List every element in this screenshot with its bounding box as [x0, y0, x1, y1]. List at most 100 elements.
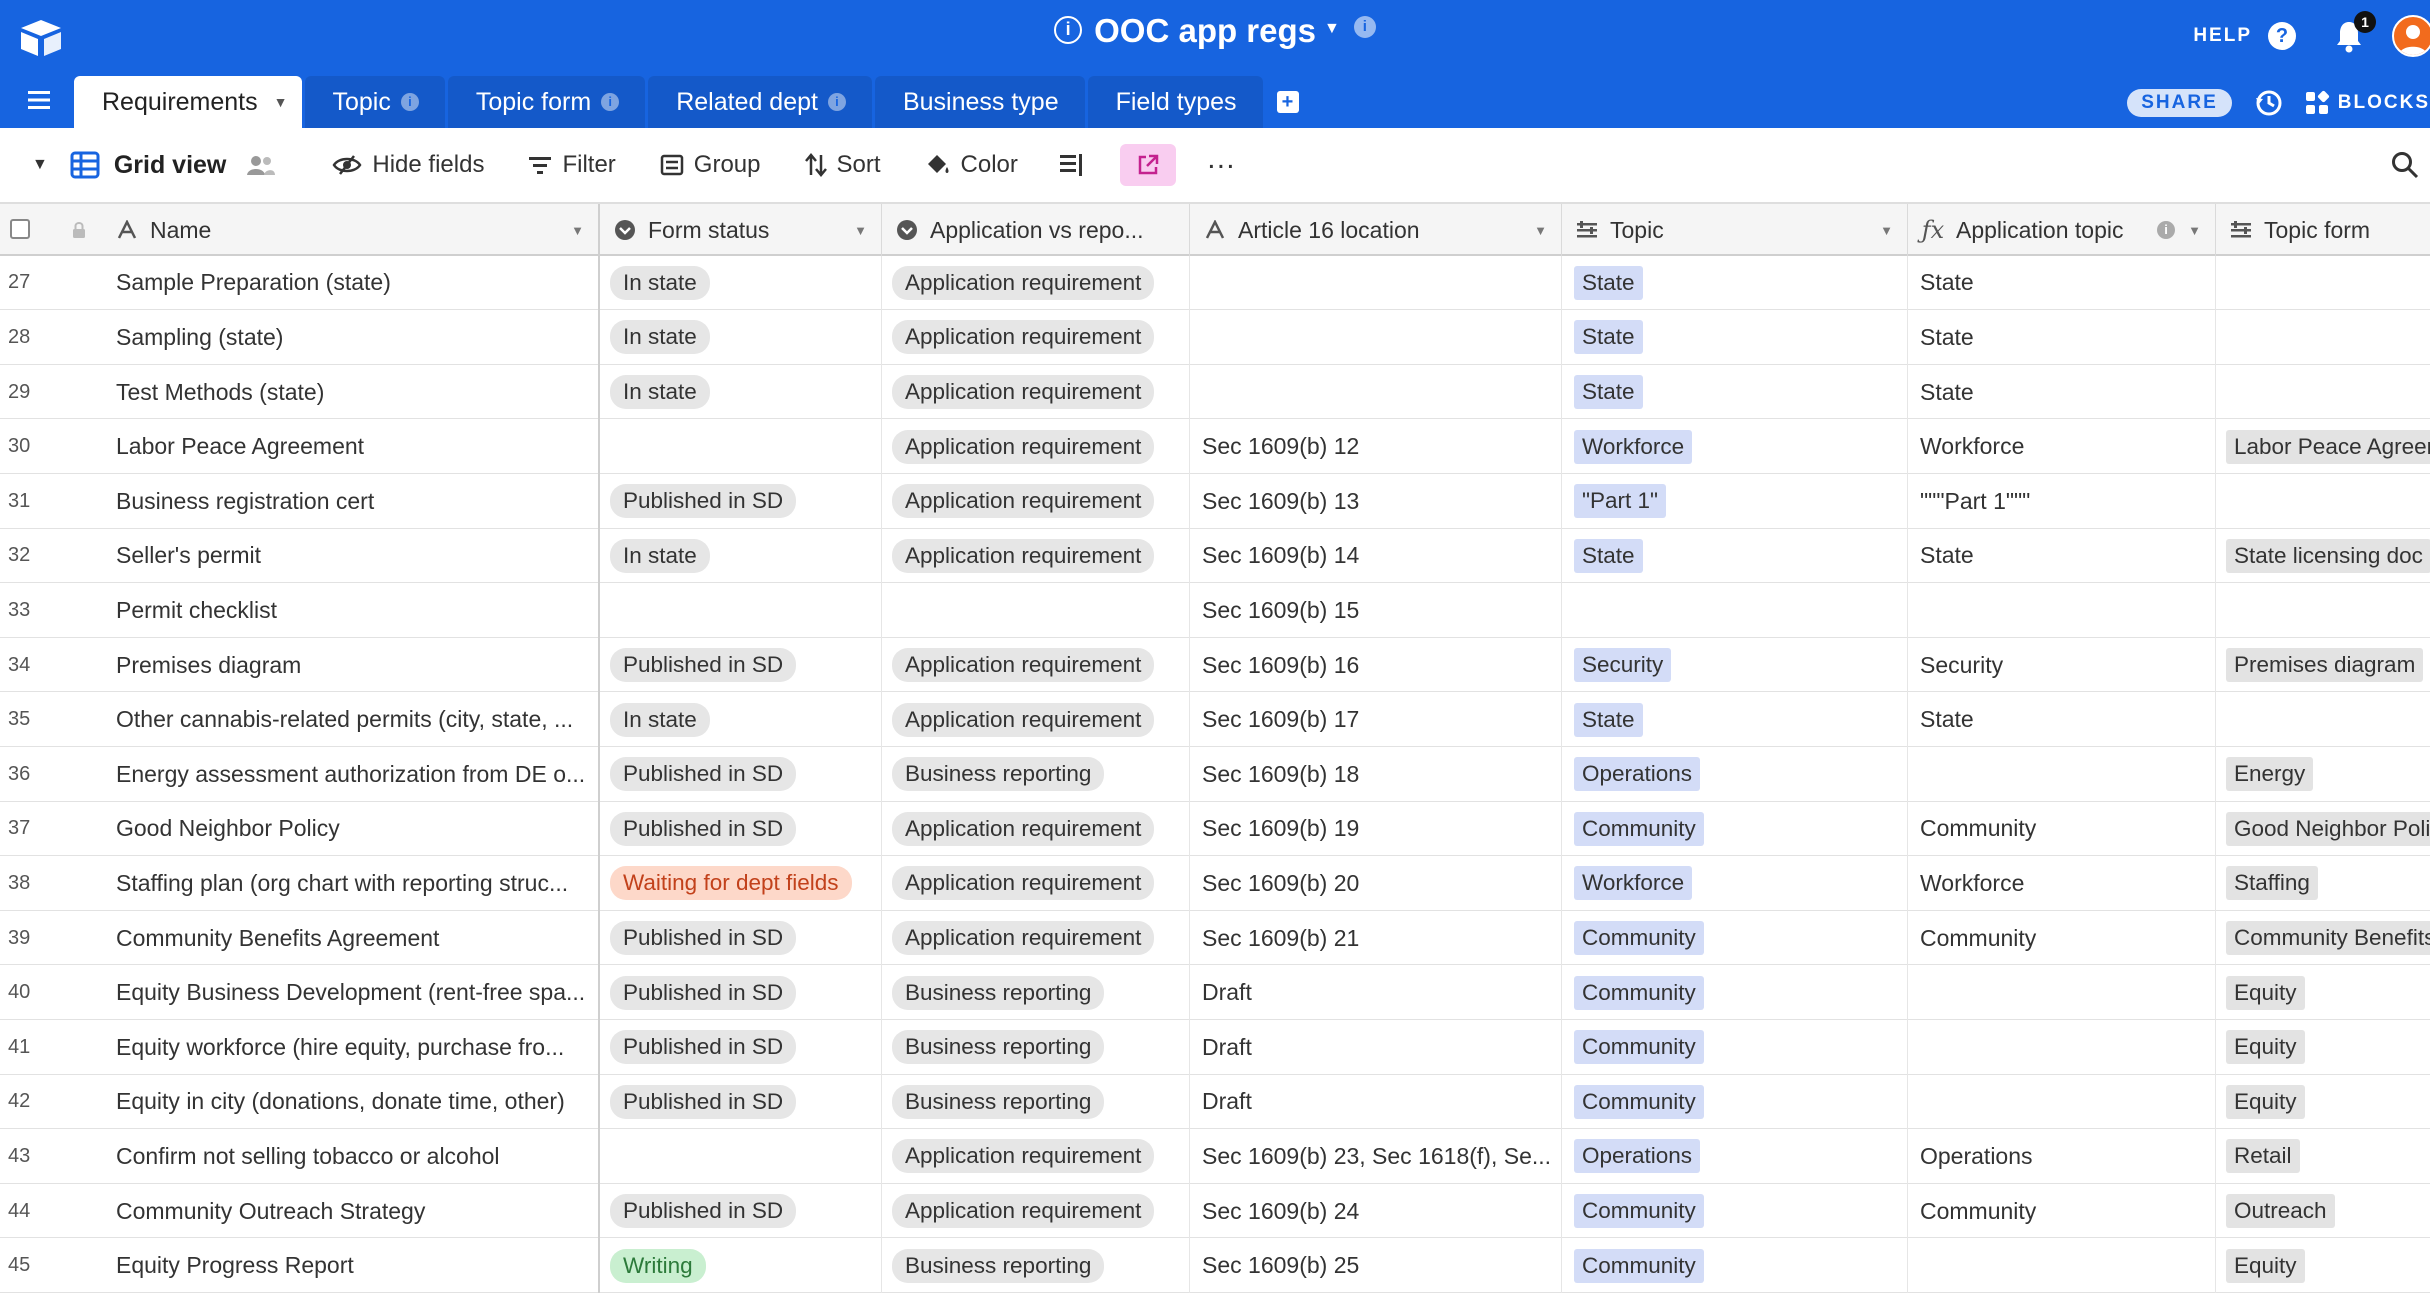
- cell-application-topic[interactable]: """Part 1""": [1908, 474, 2216, 529]
- cell-article-16-location[interactable]: Sec 1609(b) 13: [1190, 474, 1562, 529]
- select-all-checkbox[interactable]: [10, 219, 30, 239]
- cell-topic[interactable]: "Part 1": [1562, 474, 1908, 529]
- cell-topic[interactable]: State: [1562, 692, 1908, 747]
- column-header-article-16-location[interactable]: Article 16 location ▼: [1190, 204, 1562, 256]
- cell-form-status[interactable]: Waiting for dept fields: [600, 856, 882, 911]
- cell-application-topic[interactable]: State: [1908, 310, 2216, 365]
- cell-application-topic[interactable]: [1908, 583, 2216, 638]
- cell-topic-form[interactable]: Community Benefits: [2216, 911, 2430, 966]
- table-row[interactable]: 29 Test Methods (state) In state Applicatio…: [0, 364, 2430, 420]
- cell-topic-form[interactable]: Staffing: [2216, 856, 2430, 911]
- cell-application-topic[interactable]: [1908, 1238, 2216, 1293]
- cell-application-vs-reporting[interactable]: Business reporting: [882, 1074, 1190, 1130]
- cell-topic[interactable]: Community: [1562, 1183, 1908, 1239]
- cell-article-16-location[interactable]: Draft: [1190, 1074, 1562, 1130]
- cell-application-topic[interactable]: [1908, 1020, 2216, 1075]
- cell-topic-form[interactable]: Equity: [2216, 1075, 2430, 1130]
- cell-name[interactable]: Premises diagram: [0, 637, 600, 693]
- hamburger-menu-icon[interactable]: [26, 89, 54, 111]
- cell-name[interactable]: Permit checklist: [0, 583, 600, 638]
- cell-form-status[interactable]: In state: [600, 310, 882, 365]
- cell-article-16-location[interactable]: Sec 1609(b) 15: [1190, 583, 1562, 638]
- cell-application-topic[interactable]: Operations: [1908, 1129, 2216, 1184]
- cell-application-vs-reporting[interactable]: Business reporting: [882, 1020, 1190, 1075]
- cell-topic[interactable]: State: [1562, 255, 1908, 311]
- column-header-topic[interactable]: Topic ▼: [1562, 204, 1908, 256]
- cell-topic-form[interactable]: Equity: [2216, 1020, 2430, 1075]
- cell-form-status[interactable]: Published in SD: [600, 1020, 882, 1075]
- color-button[interactable]: Color: [925, 151, 1018, 179]
- cell-topic-form[interactable]: [2216, 474, 2430, 529]
- grid-view-icon[interactable]: [70, 151, 100, 179]
- tab-related-dept[interactable]: Related dept i: [648, 76, 872, 128]
- cell-application-vs-reporting[interactable]: Business reporting: [882, 1238, 1190, 1293]
- cell-name[interactable]: Business registration cert: [0, 474, 600, 529]
- column-menu-caret-icon[interactable]: ▼: [2188, 223, 2201, 238]
- table-row[interactable]: 30 Labor Peace Agreement Application requi…: [0, 419, 2430, 474]
- collaborators-icon[interactable]: [246, 154, 276, 176]
- cell-article-16-location[interactable]: [1190, 255, 1562, 311]
- cell-topic-form[interactable]: Good Neighbor Poli: [2216, 802, 2430, 857]
- cell-form-status[interactable]: Published in SD: [600, 965, 882, 1020]
- cell-topic-form[interactable]: Premises diagram: [2216, 638, 2430, 693]
- cell-application-topic[interactable]: [1908, 1074, 2216, 1130]
- row-height-icon[interactable]: [1058, 152, 1084, 178]
- cell-form-status[interactable]: Published in SD: [600, 801, 882, 857]
- table-row[interactable]: 40 Equity Business Development (rent-free…: [0, 965, 2430, 1020]
- table-row[interactable]: 39 Community Benefits Agreement Published …: [0, 910, 2430, 966]
- cell-application-topic[interactable]: State: [1908, 255, 2216, 311]
- cell-article-16-location[interactable]: Draft: [1190, 965, 1562, 1020]
- cell-topic[interactable]: State: [1562, 310, 1908, 365]
- table-row[interactable]: 32 Seller's permit In state Application req…: [0, 528, 2430, 584]
- cell-topic-form[interactable]: Equity: [2216, 965, 2430, 1020]
- tab-requirements[interactable]: Requirements ▼: [74, 76, 302, 128]
- base-title[interactable]: i OOC app regs ▼ i: [0, 12, 2430, 50]
- chevron-down-icon[interactable]: ▼: [274, 94, 288, 110]
- cell-article-16-location[interactable]: Sec 1609(b) 12: [1190, 419, 1562, 474]
- tab-topic-form[interactable]: Topic form i: [447, 76, 646, 128]
- cell-name[interactable]: Test Methods (state): [0, 364, 600, 420]
- table-row[interactable]: 33 Permit checklist Sec 1609(b) 15: [0, 583, 2430, 638]
- cell-form-status[interactable]: Writing: [600, 1238, 882, 1293]
- hide-fields-button[interactable]: Hide fields: [332, 151, 484, 179]
- cell-topic[interactable]: Workforce: [1562, 419, 1908, 474]
- cell-application-vs-reporting[interactable]: Application requirement: [882, 255, 1190, 311]
- cell-application-topic[interactable]: Security: [1908, 637, 2216, 693]
- cell-article-16-location[interactable]: Sec 1609(b) 14: [1190, 528, 1562, 584]
- cell-name[interactable]: Equity Progress Report: [0, 1238, 600, 1293]
- cell-application-topic[interactable]: [1908, 965, 2216, 1020]
- cell-application-vs-reporting[interactable]: Business reporting: [882, 965, 1190, 1020]
- cell-application-topic[interactable]: Workforce: [1908, 419, 2216, 474]
- cell-article-16-location[interactable]: Sec 1609(b) 20: [1190, 856, 1562, 911]
- cell-topic[interactable]: Community: [1562, 801, 1908, 857]
- cell-name[interactable]: Good Neighbor Policy: [0, 801, 600, 857]
- cell-form-status[interactable]: Published in SD: [600, 474, 882, 529]
- cell-application-vs-reporting[interactable]: [882, 583, 1190, 638]
- cell-article-16-location[interactable]: Sec 1609(b) 23, Sec 1618(f), Se...: [1190, 1129, 1562, 1184]
- cell-application-vs-reporting[interactable]: Application requirement: [882, 692, 1190, 747]
- cell-form-status[interactable]: Published in SD: [600, 637, 882, 693]
- cell-application-topic[interactable]: [1908, 747, 2216, 802]
- cell-topic[interactable]: Operations: [1562, 747, 1908, 802]
- cell-topic[interactable]: Community: [1562, 965, 1908, 1020]
- cell-form-status[interactable]: [600, 1129, 882, 1184]
- cell-application-vs-reporting[interactable]: Application requirement: [882, 528, 1190, 584]
- cell-name[interactable]: Staffing plan (org chart with reporting …: [0, 856, 600, 911]
- cell-application-vs-reporting[interactable]: Application requirement: [882, 856, 1190, 911]
- table-row[interactable]: 35 Other cannabis-related permits (city, …: [0, 692, 2430, 747]
- filter-button[interactable]: Filter: [528, 151, 616, 179]
- cell-name[interactable]: Confirm not selling tobacco or alcohol: [0, 1129, 600, 1184]
- column-menu-caret-icon[interactable]: ▼: [571, 223, 584, 238]
- cell-name[interactable]: Other cannabis-related permits (city, st…: [0, 692, 600, 747]
- cell-application-vs-reporting[interactable]: Application requirement: [882, 637, 1190, 693]
- cell-form-status[interactable]: Published in SD: [600, 1074, 882, 1130]
- table-row[interactable]: 42 Equity in city (donations, donate time…: [0, 1074, 2430, 1130]
- cell-application-vs-reporting[interactable]: Application requirement: [882, 910, 1190, 966]
- info-icon[interactable]: i: [1054, 16, 1083, 45]
- sort-button[interactable]: Sort: [804, 151, 881, 179]
- cell-name[interactable]: Community Outreach Strategy: [0, 1183, 600, 1239]
- cell-topic[interactable]: Community: [1562, 1020, 1908, 1075]
- cell-application-vs-reporting[interactable]: Application requirement: [882, 419, 1190, 474]
- cell-article-16-location[interactable]: [1190, 364, 1562, 420]
- table-row[interactable]: 36 Energy assessment authorization from D…: [0, 747, 2430, 802]
